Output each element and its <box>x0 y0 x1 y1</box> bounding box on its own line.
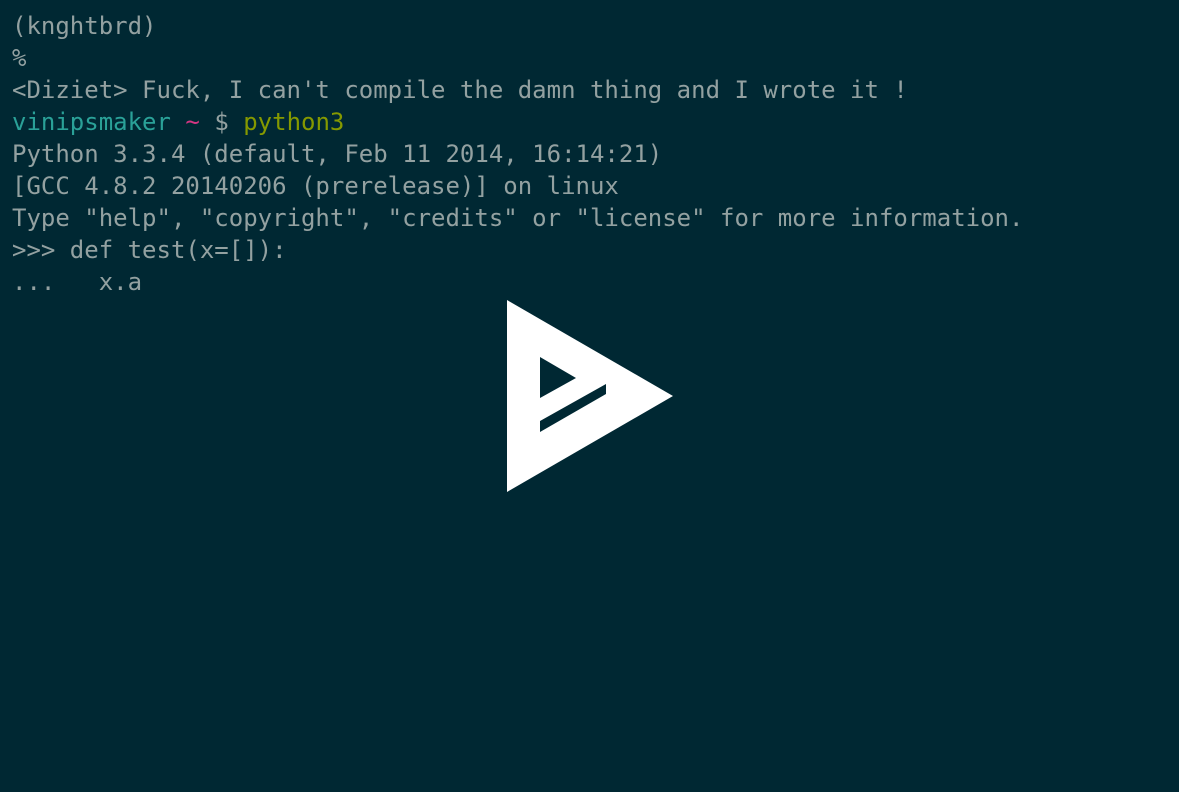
terminal-output-line: Python 3.3.4 (default, Feb 11 2014, 16:1… <box>12 140 663 168</box>
terminal-output-line: ... x.a <box>12 268 143 296</box>
prompt-command: python3 <box>243 108 345 136</box>
shell-prompt-line: vinipsmaker ~ $ python3 <box>12 106 1167 138</box>
terminal-screen[interactable]: (knghtbrd) % <Diziet> Fuck, I can't comp… <box>0 0 1179 792</box>
terminal-line: (knghtbrd) <box>12 12 157 40</box>
play-button[interactable] <box>506 299 674 493</box>
terminal-output-line: [GCC 4.8.2 20140206 (prerelease)] on lin… <box>12 172 619 200</box>
terminal-output-line: Type "help", "copyright", "credits" or "… <box>12 204 1024 232</box>
prompt-user: vinipsmaker <box>12 108 171 136</box>
prompt-symbol: $ <box>214 108 229 136</box>
terminal-line: % <box>12 44 27 72</box>
asciinema-play-icon <box>507 300 673 492</box>
terminal-line: <Diziet> Fuck, I can't compile the damn … <box>12 76 908 104</box>
prompt-path: ~ <box>185 108 200 136</box>
terminal-output-line: >>> def test(x=[]): <box>12 236 287 264</box>
